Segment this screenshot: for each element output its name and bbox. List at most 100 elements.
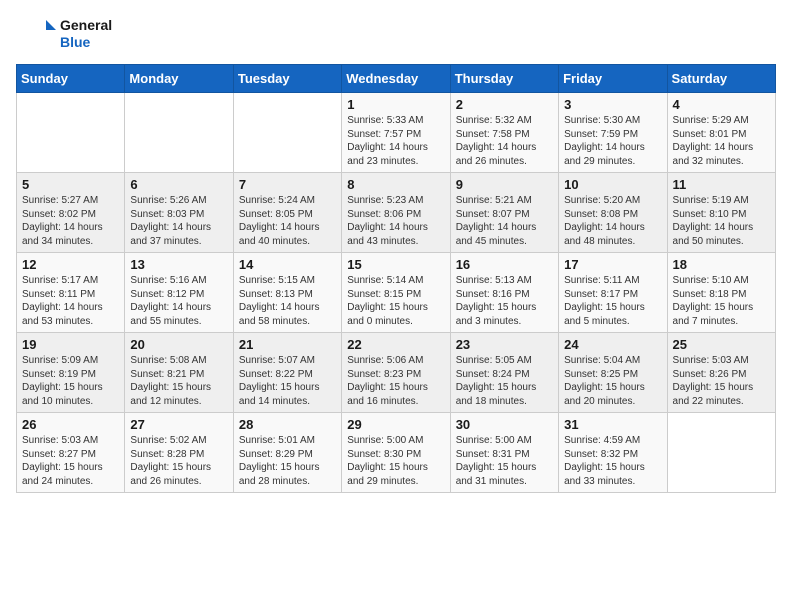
calendar-cell: 31Sunrise: 4:59 AMSunset: 8:32 PMDayligh… xyxy=(559,413,667,493)
calendar-cell: 26 Sunrise: 5:03 AMSunset: 8:27 PMDayligh… xyxy=(17,413,125,493)
calendar-week-row: 1 Sunrise: 5:33 AMSunset: 7:57 PMDaylight… xyxy=(17,93,776,173)
day-info: Sunrise: 5:03 AMSunset: 8:26 PMDaylight:… xyxy=(673,354,770,408)
day-info: Sunrise: 5:32 AMSunset: 7:58 PMDaylight:… xyxy=(456,114,553,168)
day-number: 28 xyxy=(239,417,336,432)
day-info: Sunrise: 5:00 AMSunset: 8:31 PMDaylight:… xyxy=(456,434,553,488)
day-number: 7 xyxy=(239,177,336,192)
calendar-cell: 22 Sunrise: 5:06 AMSunset: 8:23 PMDayligh… xyxy=(342,333,450,413)
logo: General Blue xyxy=(16,16,112,52)
day-info: Sunrise: 5:09 AMSunset: 8:19 PMDaylight:… xyxy=(22,354,119,408)
day-info: Sunrise: 5:17 AMSunset: 8:11 PMDaylight:… xyxy=(22,274,119,328)
calendar-body: 1 Sunrise: 5:33 AMSunset: 7:57 PMDaylight… xyxy=(17,93,776,493)
calendar-cell: 30 Sunrise: 5:00 AMSunset: 8:31 PMDayligh… xyxy=(450,413,558,493)
calendar-cell xyxy=(125,93,233,173)
day-number: 9 xyxy=(456,177,553,192)
logo-icon xyxy=(16,16,56,52)
logo-blue: Blue xyxy=(60,34,112,51)
day-info: Sunrise: 5:20 AMSunset: 8:08 PMDaylight:… xyxy=(564,194,661,248)
day-number: 15 xyxy=(347,257,444,272)
day-info: Sunrise: 5:30 AMSunset: 7:59 PMDaylight:… xyxy=(564,114,661,168)
calendar-cell: 9 Sunrise: 5:21 AMSunset: 8:07 PMDaylight… xyxy=(450,173,558,253)
day-number: 24 xyxy=(564,337,661,352)
calendar-cell: 27 Sunrise: 5:02 AMSunset: 8:28 PMDayligh… xyxy=(125,413,233,493)
day-info: Sunrise: 5:00 AMSunset: 8:30 PMDaylight:… xyxy=(347,434,444,488)
day-info: Sunrise: 5:02 AMSunset: 8:28 PMDaylight:… xyxy=(130,434,227,488)
calendar-cell: 29 Sunrise: 5:00 AMSunset: 8:30 PMDayligh… xyxy=(342,413,450,493)
calendar-cell: 28 Sunrise: 5:01 AMSunset: 8:29 PMDayligh… xyxy=(233,413,341,493)
day-number: 23 xyxy=(456,337,553,352)
day-number: 12 xyxy=(22,257,119,272)
page-header: General Blue xyxy=(16,16,776,52)
calendar-cell: 8 Sunrise: 5:23 AMSunset: 8:06 PMDaylight… xyxy=(342,173,450,253)
day-info: Sunrise: 5:29 AMSunset: 8:01 PMDaylight:… xyxy=(673,114,770,168)
weekday-header: Thursday xyxy=(450,65,558,93)
calendar-week-row: 5Sunrise: 5:27 AMSunset: 8:02 PMDaylight… xyxy=(17,173,776,253)
calendar-cell: 10 Sunrise: 5:20 AMSunset: 8:08 PMDayligh… xyxy=(559,173,667,253)
calendar-week-row: 26 Sunrise: 5:03 AMSunset: 8:27 PMDayligh… xyxy=(17,413,776,493)
day-number: 6 xyxy=(130,177,227,192)
calendar-cell: 4 Sunrise: 5:29 AMSunset: 8:01 PMDaylight… xyxy=(667,93,775,173)
day-info: Sunrise: 5:10 AMSunset: 8:18 PMDaylight:… xyxy=(673,274,770,328)
weekday-header: Monday xyxy=(125,65,233,93)
day-number: 20 xyxy=(130,337,227,352)
calendar-cell: 25 Sunrise: 5:03 AMSunset: 8:26 PMDayligh… xyxy=(667,333,775,413)
calendar-cell: 14Sunrise: 5:15 AMSunset: 8:13 PMDayligh… xyxy=(233,253,341,333)
day-info: Sunrise: 5:01 AMSunset: 8:29 PMDaylight:… xyxy=(239,434,336,488)
day-info: Sunrise: 5:23 AMSunset: 8:06 PMDaylight:… xyxy=(347,194,444,248)
day-number: 2 xyxy=(456,97,553,112)
calendar-cell: 2 Sunrise: 5:32 AMSunset: 7:58 PMDaylight… xyxy=(450,93,558,173)
day-info: Sunrise: 5:33 AMSunset: 7:57 PMDaylight:… xyxy=(347,114,444,168)
day-number: 11 xyxy=(673,177,770,192)
day-info: Sunrise: 5:06 AMSunset: 8:23 PMDaylight:… xyxy=(347,354,444,408)
day-number: 18 xyxy=(673,257,770,272)
day-number: 26 xyxy=(22,417,119,432)
day-info: Sunrise: 5:03 AMSunset: 8:27 PMDaylight:… xyxy=(22,434,119,488)
weekday-header: Wednesday xyxy=(342,65,450,93)
day-info: Sunrise: 5:14 AMSunset: 8:15 PMDaylight:… xyxy=(347,274,444,328)
calendar-cell: 18 Sunrise: 5:10 AMSunset: 8:18 PMDayligh… xyxy=(667,253,775,333)
day-number: 4 xyxy=(673,97,770,112)
calendar-cell: 1 Sunrise: 5:33 AMSunset: 7:57 PMDaylight… xyxy=(342,93,450,173)
day-info: Sunrise: 5:11 AMSunset: 8:17 PMDaylight:… xyxy=(564,274,661,328)
calendar-cell: 11 Sunrise: 5:19 AMSunset: 8:10 PMDayligh… xyxy=(667,173,775,253)
calendar-week-row: 19Sunrise: 5:09 AMSunset: 8:19 PMDayligh… xyxy=(17,333,776,413)
calendar-cell xyxy=(667,413,775,493)
calendar-cell: 6Sunrise: 5:26 AMSunset: 8:03 PMDaylight… xyxy=(125,173,233,253)
calendar-cell: 23Sunrise: 5:05 AMSunset: 8:24 PMDayligh… xyxy=(450,333,558,413)
day-info: Sunrise: 5:16 AMSunset: 8:12 PMDaylight:… xyxy=(130,274,227,328)
weekday-header: Friday xyxy=(559,65,667,93)
day-number: 25 xyxy=(673,337,770,352)
calendar-cell: 12 Sunrise: 5:17 AMSunset: 8:11 PMDayligh… xyxy=(17,253,125,333)
calendar-cell: 17 Sunrise: 5:11 AMSunset: 8:17 PMDayligh… xyxy=(559,253,667,333)
day-number: 27 xyxy=(130,417,227,432)
day-info: Sunrise: 5:04 AMSunset: 8:25 PMDaylight:… xyxy=(564,354,661,408)
calendar-cell: 16Sunrise: 5:13 AMSunset: 8:16 PMDayligh… xyxy=(450,253,558,333)
calendar-cell: 20 Sunrise: 5:08 AMSunset: 8:21 PMDayligh… xyxy=(125,333,233,413)
calendar-cell: 24 Sunrise: 5:04 AMSunset: 8:25 PMDayligh… xyxy=(559,333,667,413)
day-number: 1 xyxy=(347,97,444,112)
weekday-row: SundayMondayTuesdayWednesdayThursdayFrid… xyxy=(17,65,776,93)
weekday-header: Sunday xyxy=(17,65,125,93)
calendar-cell: 21Sunrise: 5:07 AMSunset: 8:22 PMDayligh… xyxy=(233,333,341,413)
day-number: 29 xyxy=(347,417,444,432)
day-number: 10 xyxy=(564,177,661,192)
day-number: 22 xyxy=(347,337,444,352)
calendar-cell: 3 Sunrise: 5:30 AMSunset: 7:59 PMDaylight… xyxy=(559,93,667,173)
calendar-week-row: 12 Sunrise: 5:17 AMSunset: 8:11 PMDayligh… xyxy=(17,253,776,333)
day-info: Sunrise: 5:21 AMSunset: 8:07 PMDaylight:… xyxy=(456,194,553,248)
day-info: Sunrise: 5:08 AMSunset: 8:21 PMDaylight:… xyxy=(130,354,227,408)
day-info: Sunrise: 4:59 AMSunset: 8:32 PMDaylight:… xyxy=(564,434,661,488)
calendar-cell xyxy=(233,93,341,173)
weekday-header: Tuesday xyxy=(233,65,341,93)
day-number: 5 xyxy=(22,177,119,192)
calendar-table: SundayMondayTuesdayWednesdayThursdayFrid… xyxy=(16,64,776,493)
calendar-cell: 5Sunrise: 5:27 AMSunset: 8:02 PMDaylight… xyxy=(17,173,125,253)
calendar-cell: 19Sunrise: 5:09 AMSunset: 8:19 PMDayligh… xyxy=(17,333,125,413)
day-info: Sunrise: 5:19 AMSunset: 8:10 PMDaylight:… xyxy=(673,194,770,248)
day-number: 8 xyxy=(347,177,444,192)
day-number: 21 xyxy=(239,337,336,352)
day-number: 3 xyxy=(564,97,661,112)
day-number: 17 xyxy=(564,257,661,272)
day-info: Sunrise: 5:13 AMSunset: 8:16 PMDaylight:… xyxy=(456,274,553,328)
day-number: 30 xyxy=(456,417,553,432)
